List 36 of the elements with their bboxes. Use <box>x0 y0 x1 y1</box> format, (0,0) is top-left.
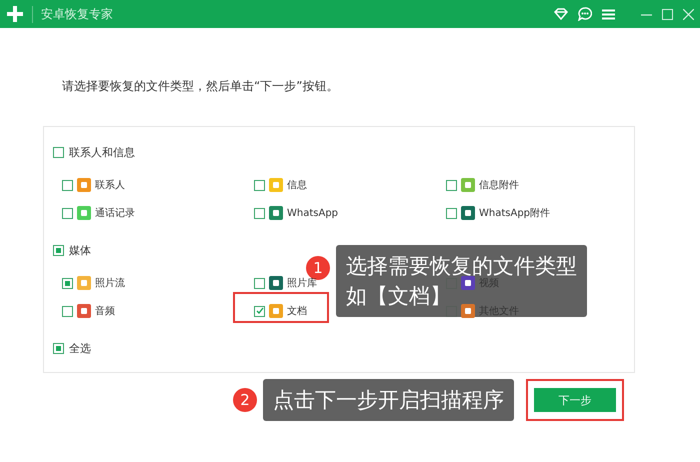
checkbox[interactable] <box>254 306 265 316</box>
category-label: WhatsApp <box>287 208 338 218</box>
diamond-icon[interactable] <box>554 8 568 20</box>
category-label: 照片流 <box>95 276 125 290</box>
checkbox[interactable] <box>62 306 73 316</box>
chat-icon[interactable] <box>578 7 592 21</box>
checkbox[interactable] <box>53 244 64 256</box>
group-label: 媒体 <box>69 242 91 258</box>
checkbox[interactable] <box>62 180 73 190</box>
checkbox[interactable] <box>62 208 73 218</box>
category-label: 信息 <box>287 178 307 192</box>
group-label: 联系人和信息 <box>69 144 135 160</box>
select-all-label: 全选 <box>69 340 91 356</box>
next-button[interactable]: 下一步 <box>534 388 616 412</box>
checkbox[interactable] <box>254 278 265 288</box>
checkbox[interactable] <box>62 278 73 288</box>
category-label: 文档 <box>287 304 307 318</box>
window-title: 安卓恢复专家 <box>32 6 113 22</box>
close-icon[interactable] <box>683 8 694 20</box>
menu-icon[interactable] <box>602 8 615 20</box>
callout-tooltip: 点击下一步开启扫描程序 <box>263 379 514 421</box>
category-label: 联系人 <box>95 178 125 192</box>
plus-logo-icon <box>6 5 24 23</box>
category-label: 信息附件 <box>479 178 519 192</box>
checkbox[interactable] <box>53 146 64 158</box>
step-badge: 2 <box>233 388 257 412</box>
checkbox[interactable] <box>446 208 457 218</box>
instruction-text: 请选择要恢复的文件类型，然后单击“下一步”按钮。 <box>61 78 340 95</box>
checkbox[interactable] <box>254 208 265 218</box>
maximize-icon[interactable] <box>662 8 673 20</box>
category-label: WhatsApp附件 <box>479 207 550 220</box>
category-label: 通话记录 <box>95 206 135 220</box>
category-label: 音频 <box>95 304 115 318</box>
checkbox[interactable] <box>446 180 457 190</box>
checkbox[interactable] <box>254 180 265 190</box>
checkbox[interactable] <box>53 342 64 354</box>
